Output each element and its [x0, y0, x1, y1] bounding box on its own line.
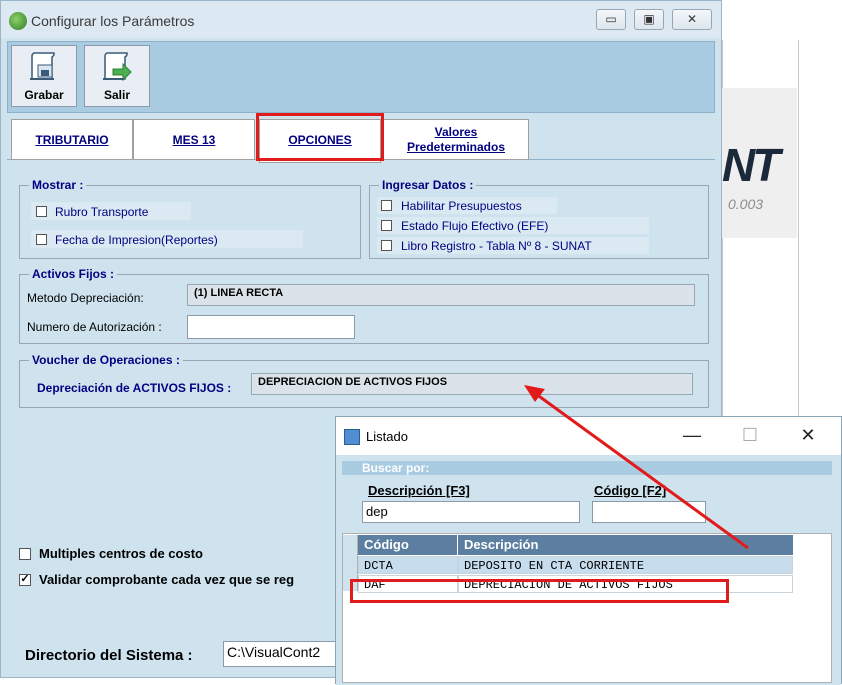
annotation-arrow — [524, 385, 749, 550]
arrow-line — [535, 392, 749, 550]
